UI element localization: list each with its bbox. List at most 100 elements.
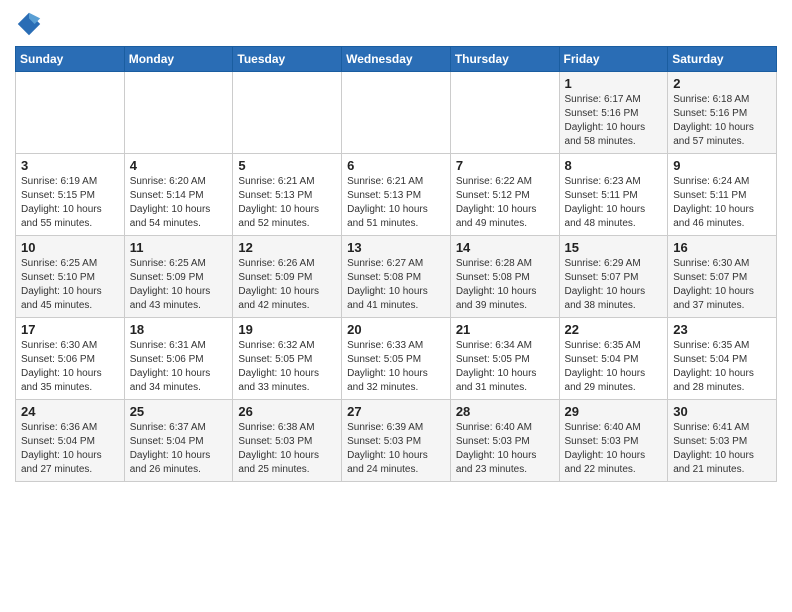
calendar-cell: 7 Sunrise: 6:22 AM Sunset: 5:12 PM Daylig… bbox=[450, 154, 559, 236]
day-info: Sunrise: 6:30 AM Sunset: 5:07 PM Dayligh… bbox=[673, 257, 771, 313]
day-info: Sunrise: 6:39 AM Sunset: 5:03 PM Dayligh… bbox=[347, 421, 445, 477]
day-info: Sunrise: 6:22 AM Sunset: 5:12 PM Dayligh… bbox=[456, 175, 554, 231]
day-of-week-header: Thursday bbox=[450, 47, 559, 72]
calendar-week-row: 1Sunrise: 6:17 AM Sunset: 5:16 PM Daylig… bbox=[16, 72, 777, 154]
day-number: 5 bbox=[238, 158, 336, 173]
day-number: 8 bbox=[565, 158, 663, 173]
calendar-cell: 20 Sunrise: 6:33 AM Sunset: 5:05 PM Dayli… bbox=[342, 318, 451, 400]
day-info: Sunrise: 6:35 AM Sunset: 5:04 PM Dayligh… bbox=[565, 339, 663, 395]
day-info: Sunrise: 6:30 AM Sunset: 5:06 PM Dayligh… bbox=[21, 339, 119, 395]
calendar-week-row: 24 Sunrise: 6:36 AM Sunset: 5:04 PM Dayli… bbox=[16, 400, 777, 482]
day-number: 16 bbox=[673, 240, 771, 255]
day-info: Sunrise: 6:18 AM Sunset: 5:16 PM Dayligh… bbox=[673, 93, 771, 149]
day-info: Sunrise: 6:25 AM Sunset: 5:10 PM Dayligh… bbox=[21, 257, 119, 313]
day-of-week-header: Saturday bbox=[668, 47, 777, 72]
calendar-cell: 9 Sunrise: 6:24 AM Sunset: 5:11 PM Daylig… bbox=[668, 154, 777, 236]
day-number: 22 bbox=[565, 322, 663, 337]
calendar-cell: 17 Sunrise: 6:30 AM Sunset: 5:06 PM Dayli… bbox=[16, 318, 125, 400]
day-info: Sunrise: 6:28 AM Sunset: 5:08 PM Dayligh… bbox=[456, 257, 554, 313]
calendar-cell: 22 Sunrise: 6:35 AM Sunset: 5:04 PM Dayli… bbox=[559, 318, 668, 400]
calendar-cell: 25 Sunrise: 6:37 AM Sunset: 5:04 PM Dayli… bbox=[124, 400, 233, 482]
calendar-cell: 24 Sunrise: 6:36 AM Sunset: 5:04 PM Dayli… bbox=[16, 400, 125, 482]
logo-icon bbox=[15, 10, 43, 38]
calendar-cell: 5 Sunrise: 6:21 AM Sunset: 5:13 PM Daylig… bbox=[233, 154, 342, 236]
day-number: 28 bbox=[456, 404, 554, 419]
day-info: Sunrise: 6:40 AM Sunset: 5:03 PM Dayligh… bbox=[456, 421, 554, 477]
day-info: Sunrise: 6:37 AM Sunset: 5:04 PM Dayligh… bbox=[130, 421, 228, 477]
calendar-cell: 2 Sunrise: 6:18 AM Sunset: 5:16 PM Daylig… bbox=[668, 72, 777, 154]
calendar-cell: 6 Sunrise: 6:21 AM Sunset: 5:13 PM Daylig… bbox=[342, 154, 451, 236]
day-info: Sunrise: 6:27 AM Sunset: 5:08 PM Dayligh… bbox=[347, 257, 445, 313]
calendar-table: SundayMondayTuesdayWednesdayThursdayFrid… bbox=[15, 46, 777, 482]
calendar-cell bbox=[342, 72, 451, 154]
calendar-cell: 30Sunrise: 6:41 AM Sunset: 5:03 PM Dayli… bbox=[668, 400, 777, 482]
calendar-cell bbox=[16, 72, 125, 154]
day-info: Sunrise: 6:31 AM Sunset: 5:06 PM Dayligh… bbox=[130, 339, 228, 395]
calendar-cell: 29 Sunrise: 6:40 AM Sunset: 5:03 PM Dayli… bbox=[559, 400, 668, 482]
calendar-cell bbox=[124, 72, 233, 154]
calendar-cell: 18Sunrise: 6:31 AM Sunset: 5:06 PM Dayli… bbox=[124, 318, 233, 400]
page-container: SundayMondayTuesdayWednesdayThursdayFrid… bbox=[0, 0, 792, 492]
day-info: Sunrise: 6:20 AM Sunset: 5:14 PM Dayligh… bbox=[130, 175, 228, 231]
day-info: Sunrise: 6:40 AM Sunset: 5:03 PM Dayligh… bbox=[565, 421, 663, 477]
day-info: Sunrise: 6:36 AM Sunset: 5:04 PM Dayligh… bbox=[21, 421, 119, 477]
calendar-cell: 21 Sunrise: 6:34 AM Sunset: 5:05 PM Dayli… bbox=[450, 318, 559, 400]
day-of-week-header: Sunday bbox=[16, 47, 125, 72]
day-of-week-header: Tuesday bbox=[233, 47, 342, 72]
day-number: 3 bbox=[21, 158, 119, 173]
day-of-week-header: Friday bbox=[559, 47, 668, 72]
calendar-cell: 15 Sunrise: 6:29 AM Sunset: 5:07 PM Dayli… bbox=[559, 236, 668, 318]
day-info: Sunrise: 6:23 AM Sunset: 5:11 PM Dayligh… bbox=[565, 175, 663, 231]
day-number: 26 bbox=[238, 404, 336, 419]
day-number: 14 bbox=[456, 240, 554, 255]
calendar-week-row: 3 Sunrise: 6:19 AM Sunset: 5:15 PM Daylig… bbox=[16, 154, 777, 236]
calendar-cell: 28 Sunrise: 6:40 AM Sunset: 5:03 PM Dayli… bbox=[450, 400, 559, 482]
calendar-cell: 12 Sunrise: 6:26 AM Sunset: 5:09 PM Dayli… bbox=[233, 236, 342, 318]
logo bbox=[15, 10, 47, 38]
day-number: 23 bbox=[673, 322, 771, 337]
calendar-cell: 1Sunrise: 6:17 AM Sunset: 5:16 PM Daylig… bbox=[559, 72, 668, 154]
day-info: Sunrise: 6:38 AM Sunset: 5:03 PM Dayligh… bbox=[238, 421, 336, 477]
day-number: 17 bbox=[21, 322, 119, 337]
day-info: Sunrise: 6:33 AM Sunset: 5:05 PM Dayligh… bbox=[347, 339, 445, 395]
day-number: 11 bbox=[130, 240, 228, 255]
day-number: 25 bbox=[130, 404, 228, 419]
day-info: Sunrise: 6:32 AM Sunset: 5:05 PM Dayligh… bbox=[238, 339, 336, 395]
calendar-cell: 26 Sunrise: 6:38 AM Sunset: 5:03 PM Dayli… bbox=[233, 400, 342, 482]
calendar-cell: 14 Sunrise: 6:28 AM Sunset: 5:08 PM Dayli… bbox=[450, 236, 559, 318]
calendar-cell: 11 Sunrise: 6:25 AM Sunset: 5:09 PM Dayli… bbox=[124, 236, 233, 318]
day-info: Sunrise: 6:35 AM Sunset: 5:04 PM Dayligh… bbox=[673, 339, 771, 395]
day-info: Sunrise: 6:25 AM Sunset: 5:09 PM Dayligh… bbox=[130, 257, 228, 313]
day-of-week-header: Monday bbox=[124, 47, 233, 72]
day-number: 15 bbox=[565, 240, 663, 255]
day-number: 9 bbox=[673, 158, 771, 173]
day-number: 21 bbox=[456, 322, 554, 337]
day-number: 29 bbox=[565, 404, 663, 419]
day-info: Sunrise: 6:34 AM Sunset: 5:05 PM Dayligh… bbox=[456, 339, 554, 395]
calendar-header-row: SundayMondayTuesdayWednesdayThursdayFrid… bbox=[16, 47, 777, 72]
day-number: 1 bbox=[565, 76, 663, 91]
day-info: Sunrise: 6:19 AM Sunset: 5:15 PM Dayligh… bbox=[21, 175, 119, 231]
day-number: 6 bbox=[347, 158, 445, 173]
day-info: Sunrise: 6:21 AM Sunset: 5:13 PM Dayligh… bbox=[347, 175, 445, 231]
day-info: Sunrise: 6:24 AM Sunset: 5:11 PM Dayligh… bbox=[673, 175, 771, 231]
header bbox=[15, 10, 777, 38]
day-number: 20 bbox=[347, 322, 445, 337]
day-number: 2 bbox=[673, 76, 771, 91]
day-number: 7 bbox=[456, 158, 554, 173]
day-number: 19 bbox=[238, 322, 336, 337]
calendar-cell: 23 Sunrise: 6:35 AM Sunset: 5:04 PM Dayli… bbox=[668, 318, 777, 400]
day-info: Sunrise: 6:41 AM Sunset: 5:03 PM Dayligh… bbox=[673, 421, 771, 477]
calendar-week-row: 10Sunrise: 6:25 AM Sunset: 5:10 PM Dayli… bbox=[16, 236, 777, 318]
calendar-cell: 19 Sunrise: 6:32 AM Sunset: 5:05 PM Dayli… bbox=[233, 318, 342, 400]
day-info: Sunrise: 6:29 AM Sunset: 5:07 PM Dayligh… bbox=[565, 257, 663, 313]
day-info: Sunrise: 6:26 AM Sunset: 5:09 PM Dayligh… bbox=[238, 257, 336, 313]
calendar-cell: 3 Sunrise: 6:19 AM Sunset: 5:15 PM Daylig… bbox=[16, 154, 125, 236]
calendar-cell: 10Sunrise: 6:25 AM Sunset: 5:10 PM Dayli… bbox=[16, 236, 125, 318]
day-number: 24 bbox=[21, 404, 119, 419]
calendar-cell: 8 Sunrise: 6:23 AM Sunset: 5:11 PM Daylig… bbox=[559, 154, 668, 236]
day-number: 27 bbox=[347, 404, 445, 419]
day-number: 12 bbox=[238, 240, 336, 255]
day-of-week-header: Wednesday bbox=[342, 47, 451, 72]
day-info: Sunrise: 6:21 AM Sunset: 5:13 PM Dayligh… bbox=[238, 175, 336, 231]
